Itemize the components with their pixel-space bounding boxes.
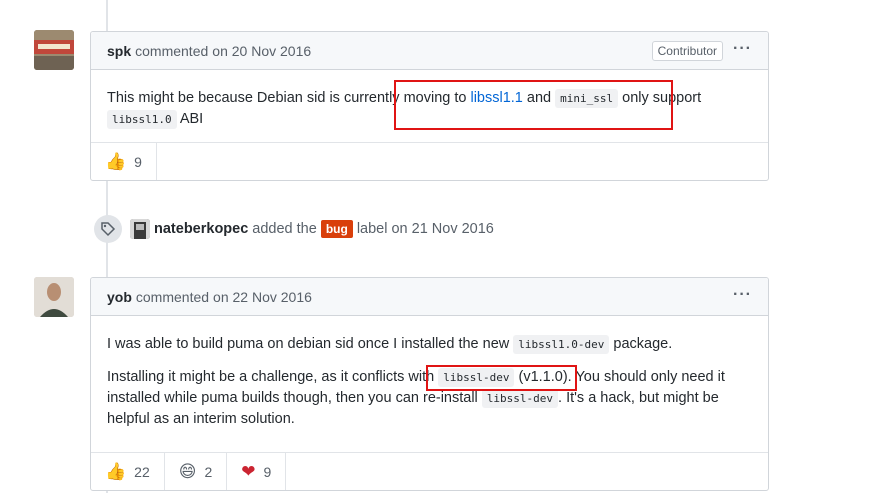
libssl-link[interactable]: libssl1.1: [470, 90, 522, 106]
comment-header: yob commented on 22 Nov 2016 ···: [91, 278, 768, 316]
inline-code: mini_ssl: [555, 89, 619, 108]
inline-code: libssl1.0-dev: [513, 335, 610, 354]
body-text: only support: [618, 90, 702, 106]
avatar-spk[interactable]: [34, 30, 74, 70]
body-text: I was able to build puma on debian sid o…: [107, 336, 514, 352]
reaction-count: 9: [134, 153, 142, 170]
avatar-yob[interactable]: [34, 277, 74, 317]
contributor-badge: Contributor: [651, 41, 724, 61]
comment-timestamp[interactable]: on 22 Nov 2016: [213, 289, 312, 305]
comment-action: commented: [135, 288, 210, 305]
body-text: ABI: [176, 111, 204, 127]
event-actor[interactable]: nateberkopec: [154, 221, 248, 237]
bug-label[interactable]: bug: [320, 220, 353, 238]
reaction-count: 9: [263, 463, 272, 480]
reactions-bar: 👍 9: [91, 142, 768, 180]
reaction-thumbs-up[interactable]: 👍 22: [91, 453, 165, 490]
inline-code: libssl-dev: [438, 368, 515, 387]
reactions-bar: 👍 22 😄 2 ❤ 9: [91, 452, 768, 490]
comment-timestamp[interactable]: on 20 Nov 2016: [212, 43, 311, 59]
body-text: and: [522, 90, 556, 106]
comment-body: This might be because Debian sid is curr…: [91, 70, 768, 150]
thumbs-up-icon: 👍: [105, 462, 127, 481]
label-event: nateberkopec added the bug label on 21 N…: [94, 214, 494, 244]
comment-yob: yob commented on 22 Nov 2016 ··· I was a…: [90, 277, 769, 491]
event-action: added the: [252, 221, 317, 237]
comment-action: commented: [135, 42, 209, 59]
inline-code: libssl1.0: [107, 110, 177, 129]
reaction-heart[interactable]: ❤ 9: [227, 453, 287, 490]
comment-header: spk commented on 20 Nov 2016 Contributor…: [91, 32, 768, 70]
comment-body: I was able to build puma on debian sid o…: [91, 316, 768, 450]
body-text: This might be because Debian sid is curr…: [107, 90, 471, 106]
reaction-count: 2: [204, 463, 213, 480]
laugh-icon: 😄: [178, 462, 197, 481]
more-options-icon[interactable]: ···: [733, 286, 752, 304]
comment-author[interactable]: spk: [107, 43, 131, 59]
avatar-nateberkopec[interactable]: [130, 219, 150, 239]
inline-code: libssl-dev: [481, 389, 559, 408]
tag-icon: [94, 215, 122, 243]
reaction-thumbs-up[interactable]: 👍 9: [91, 143, 157, 180]
event-suffix: label on 21 Nov 2016: [356, 221, 494, 237]
reaction-laugh[interactable]: 😄 2: [165, 453, 228, 490]
heart-icon: ❤: [241, 462, 256, 481]
thumbs-up-icon: 👍: [105, 152, 127, 171]
body-text: package.: [609, 336, 673, 352]
comment-spk: spk commented on 20 Nov 2016 Contributor…: [90, 31, 769, 181]
body-text: Installing it might be a challenge, as i…: [107, 369, 439, 385]
more-options-icon[interactable]: ···: [733, 40, 752, 58]
comment-author[interactable]: yob: [107, 289, 132, 305]
reaction-count: 22: [134, 463, 150, 480]
